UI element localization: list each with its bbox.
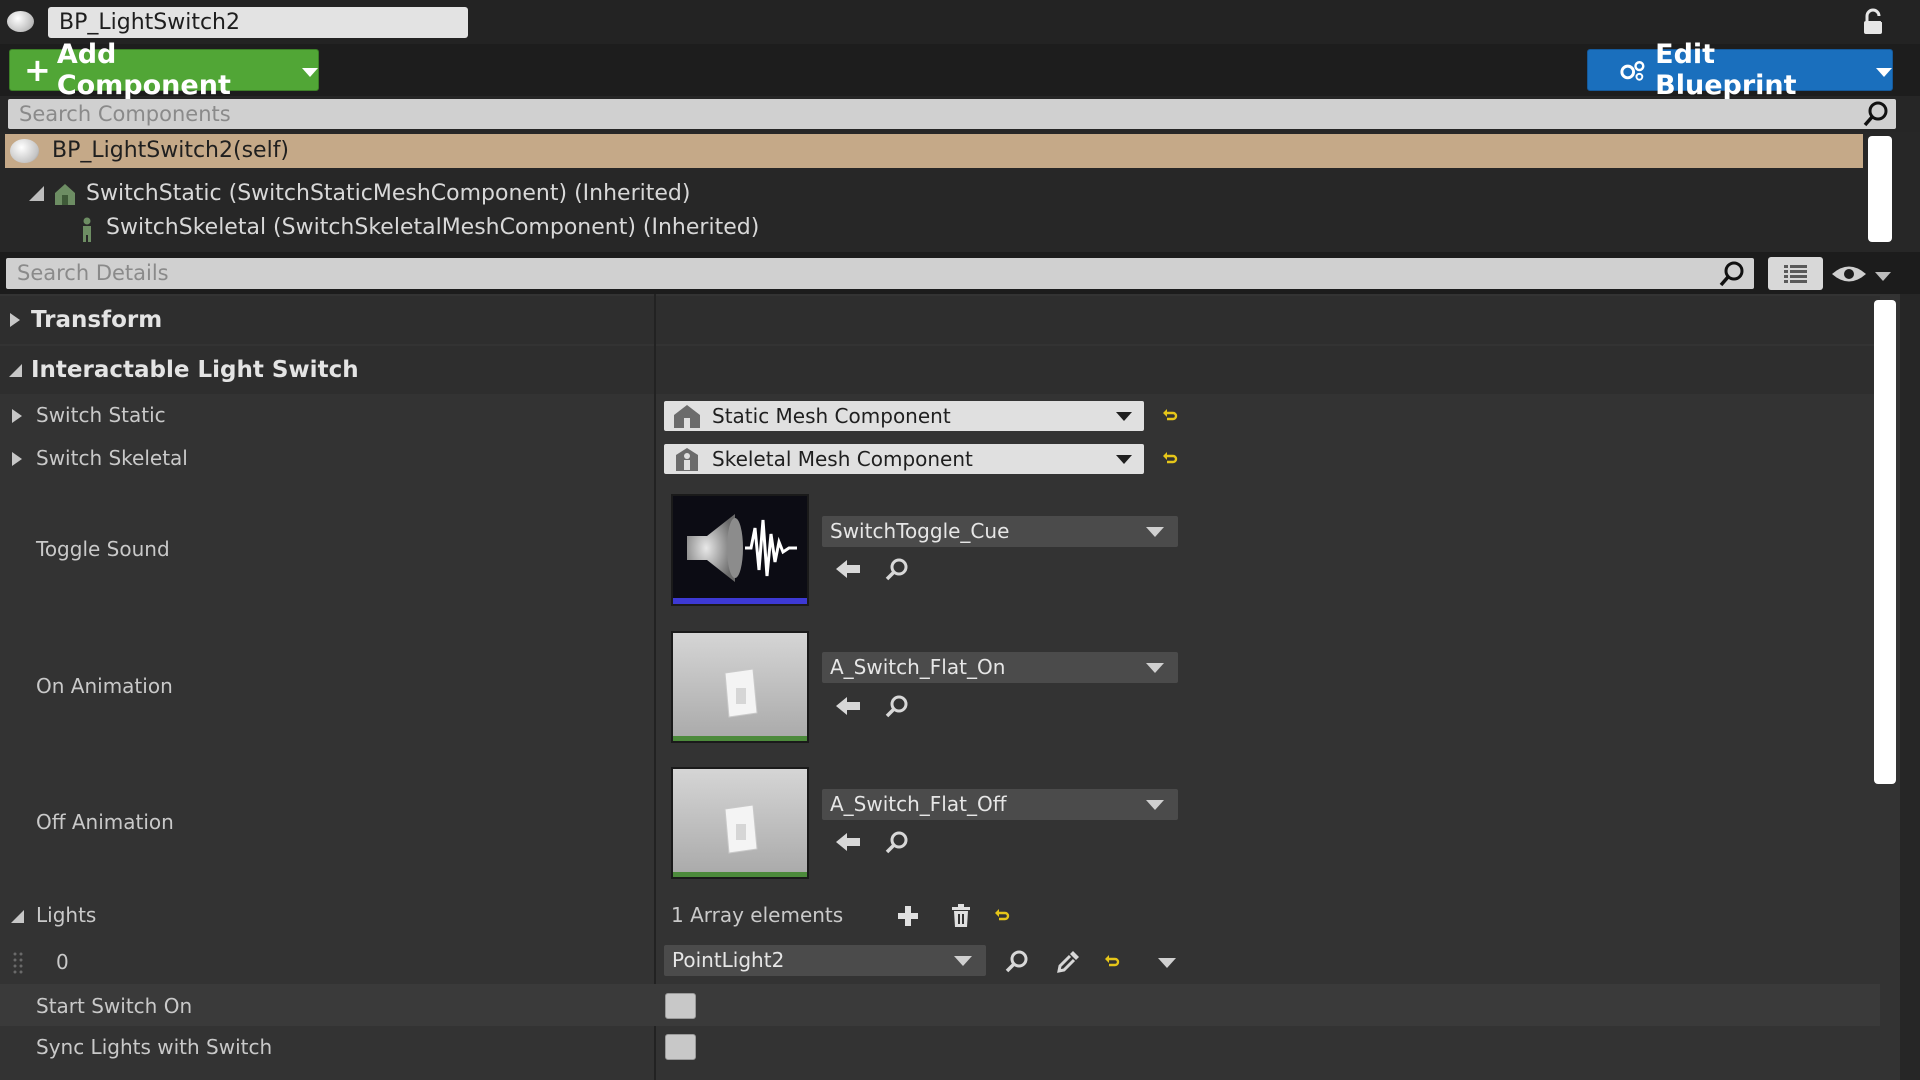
category-transform[interactable] bbox=[0, 296, 1880, 344]
switch-skeletal-value: Skeletal Mesh Component bbox=[712, 447, 973, 471]
search-components-input[interactable]: Search Components bbox=[8, 99, 1896, 129]
expand-arrow-icon[interactable] bbox=[12, 409, 22, 423]
blueprint-name-field[interactable]: BP_LightSwitch2 bbox=[48, 7, 468, 38]
switch-plate-icon bbox=[724, 668, 758, 718]
start-switch-on-checkbox[interactable] bbox=[665, 993, 696, 1019]
on-animation-combo[interactable]: A_Switch_Flat_On bbox=[822, 652, 1178, 683]
search-details-input[interactable]: Search Details bbox=[6, 258, 1754, 289]
chevron-down-icon bbox=[1146, 799, 1164, 810]
add-component-label: Add Component bbox=[56, 39, 231, 101]
prop-label-on-animation: On Animation bbox=[36, 674, 173, 698]
edit-blueprint-button[interactable]: Edit Blueprint bbox=[1587, 39, 1893, 101]
chevron-down-icon bbox=[1116, 454, 1132, 464]
trash-icon[interactable] bbox=[950, 904, 972, 928]
actor-icon bbox=[7, 11, 34, 32]
expand-arrow-icon[interactable] bbox=[12, 452, 22, 466]
toggle-sound-value: SwitchToggle_Cue bbox=[830, 519, 1010, 543]
row-start-switch-on bbox=[0, 984, 1880, 1026]
browse-actor-icon[interactable] bbox=[1004, 949, 1030, 973]
eyedropper-icon[interactable] bbox=[1056, 948, 1082, 974]
on-animation-value: A_Switch_Flat_On bbox=[830, 655, 1006, 679]
prop-label-lights: Lights bbox=[36, 903, 97, 927]
plus-icon: + bbox=[24, 51, 51, 89]
drag-handle-icon[interactable] bbox=[12, 951, 24, 975]
unlock-icon[interactable] bbox=[1860, 8, 1890, 36]
switch-static-value: Static Mesh Component bbox=[712, 404, 951, 428]
chevron-down-icon bbox=[1146, 662, 1164, 673]
browse-asset-icon[interactable] bbox=[884, 830, 910, 854]
chevron-down-icon[interactable] bbox=[1875, 272, 1891, 281]
point-light-value: PointLight2 bbox=[672, 948, 785, 972]
point-light-combo[interactable]: PointLight2 bbox=[664, 945, 986, 976]
eye-icon[interactable] bbox=[1830, 263, 1868, 285]
expand-arrow-icon[interactable] bbox=[10, 313, 20, 327]
static-mesh-icon bbox=[674, 405, 700, 428]
reset-to-default-icon[interactable] bbox=[1162, 408, 1178, 424]
collapse-arrow-icon[interactable] bbox=[11, 910, 24, 923]
prop-label-switch-skeletal: Switch Skeletal bbox=[36, 446, 188, 470]
category-transform-label: Transform bbox=[31, 307, 163, 333]
category-interactable-label: Interactable Light Switch bbox=[31, 357, 359, 383]
add-element-icon[interactable] bbox=[896, 904, 920, 928]
chevron-down-icon[interactable] bbox=[1158, 958, 1176, 968]
skeletal-mesh-icon bbox=[676, 448, 698, 471]
off-animation-thumbnail[interactable] bbox=[671, 767, 809, 879]
add-component-button[interactable]: + Add Component bbox=[9, 39, 319, 101]
search-icon[interactable] bbox=[1718, 260, 1746, 288]
browse-asset-icon[interactable] bbox=[884, 557, 910, 581]
off-animation-value: A_Switch_Flat_Off bbox=[830, 792, 1007, 816]
reset-to-default-icon[interactable] bbox=[1104, 954, 1120, 970]
reset-to-default-icon[interactable] bbox=[994, 908, 1010, 924]
column-splitter[interactable] bbox=[654, 294, 656, 1080]
chevron-down-icon bbox=[954, 955, 972, 966]
switch-skeletal-combo[interactable]: Skeletal Mesh Component bbox=[664, 444, 1144, 474]
sound-wave-icon bbox=[673, 496, 807, 604]
expand-arrow-icon[interactable] bbox=[29, 186, 44, 201]
off-animation-combo[interactable]: A_Switch_Flat_Off bbox=[822, 789, 1178, 820]
list-view-icon bbox=[1784, 265, 1807, 283]
edit-blueprint-label: Edit Blueprint bbox=[1655, 39, 1797, 101]
prop-label-switch-static: Switch Static bbox=[36, 403, 166, 427]
components-scrollbar[interactable] bbox=[1868, 136, 1892, 242]
use-selected-arrow-icon[interactable] bbox=[834, 558, 862, 580]
tree-row-switch-skeletal[interactable]: SwitchSkeletal (SwitchSkeletalMeshCompon… bbox=[106, 211, 759, 245]
toggle-sound-combo[interactable]: SwitchToggle_Cue bbox=[822, 516, 1178, 547]
switch-plate-icon bbox=[724, 804, 758, 854]
chevron-down-icon bbox=[1146, 526, 1164, 537]
asset-type-bar bbox=[673, 736, 807, 741]
use-selected-arrow-icon[interactable] bbox=[834, 831, 862, 853]
actor-icon bbox=[10, 139, 39, 163]
sound-cue-thumbnail[interactable] bbox=[671, 494, 809, 606]
chevron-down-icon bbox=[302, 67, 318, 77]
tree-row-switch-static[interactable]: SwitchStatic (SwitchStaticMeshComponent)… bbox=[86, 177, 690, 211]
asset-type-bar bbox=[673, 872, 807, 877]
property-matrix-button[interactable] bbox=[1768, 257, 1823, 290]
details-scrollbar[interactable] bbox=[1874, 300, 1896, 784]
array-element-count: 1 Array elements bbox=[671, 903, 844, 927]
switch-static-combo[interactable]: Static Mesh Component bbox=[664, 401, 1144, 431]
array-index-label: 0 bbox=[56, 950, 69, 974]
prop-label-start-switch-on: Start Switch On bbox=[36, 994, 193, 1018]
collapse-arrow-icon[interactable] bbox=[9, 364, 22, 377]
on-animation-thumbnail[interactable] bbox=[671, 631, 809, 743]
chevron-down-icon bbox=[1876, 67, 1892, 77]
prop-label-sync-lights: Sync Lights with Switch bbox=[36, 1035, 273, 1059]
gears-icon bbox=[1620, 61, 1645, 81]
prop-label-off-animation: Off Animation bbox=[36, 810, 174, 834]
static-mesh-icon bbox=[55, 184, 75, 205]
reset-to-default-icon[interactable] bbox=[1162, 451, 1178, 467]
chevron-down-icon bbox=[1116, 411, 1132, 421]
sync-lights-checkbox[interactable] bbox=[665, 1034, 696, 1060]
prop-label-toggle-sound: Toggle Sound bbox=[36, 537, 170, 561]
tree-row-self-label: BP_LightSwitch2(self) bbox=[52, 138, 290, 163]
use-selected-arrow-icon[interactable] bbox=[834, 695, 862, 717]
search-icon[interactable] bbox=[1862, 100, 1890, 128]
browse-asset-icon[interactable] bbox=[884, 694, 910, 718]
skeletal-mesh-icon bbox=[83, 217, 91, 242]
